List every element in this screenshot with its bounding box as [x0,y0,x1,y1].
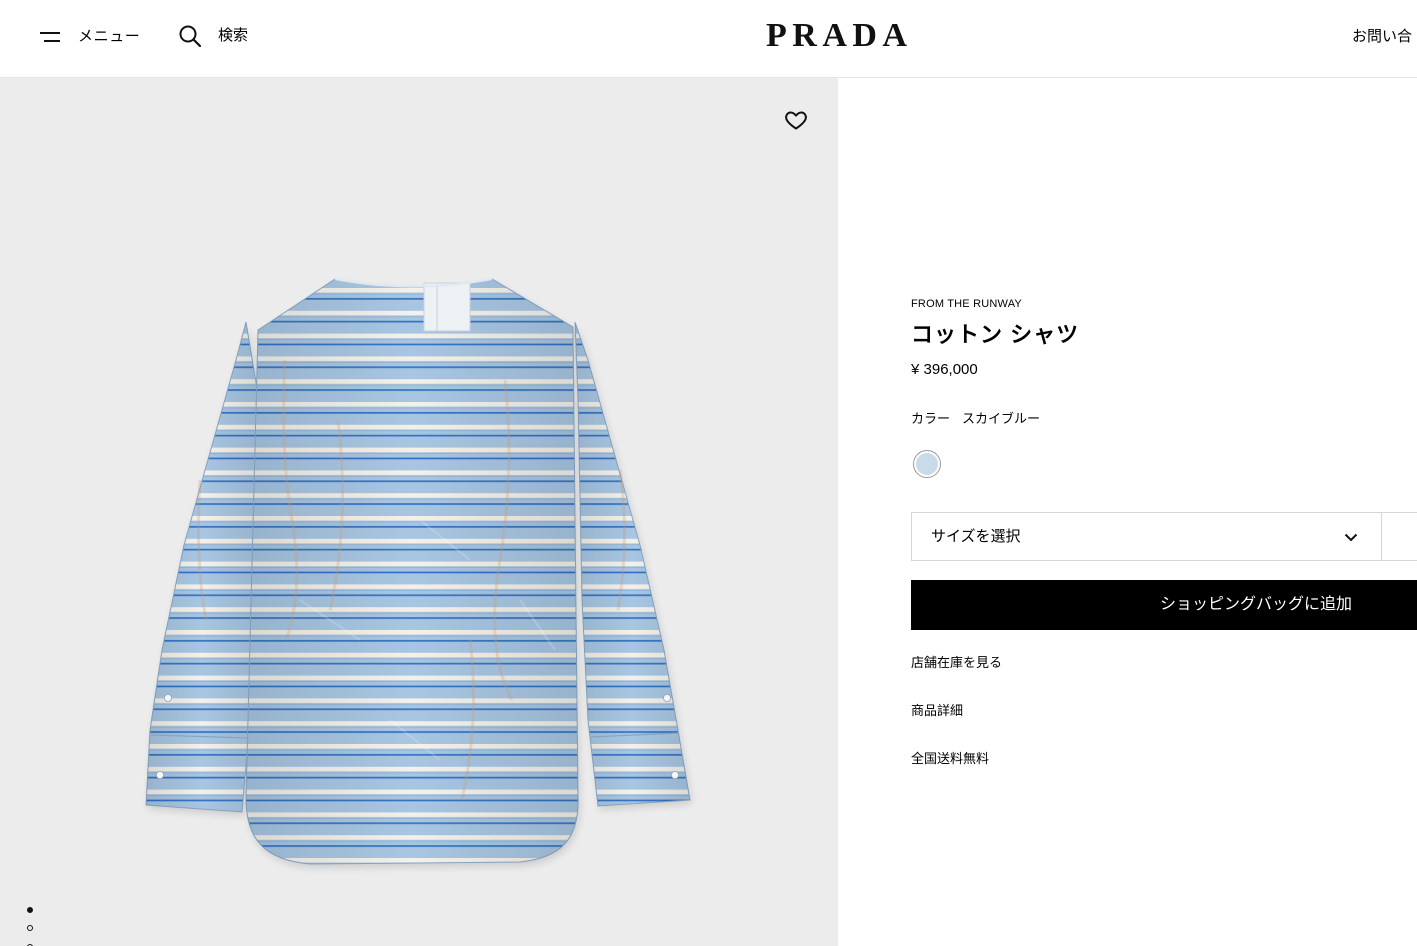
color-swatch-fill [916,453,938,475]
color-value: スカイブルー [962,411,1041,426]
add-to-bag-label: ショッピングバッグに追加 [1160,596,1353,613]
carousel-dot[interactable] [27,907,33,913]
free-shipping-link[interactable]: 全国送料無料 [911,751,989,767]
add-to-bag-button[interactable]: ショッピングバッグに追加 [911,580,1417,630]
contact-link[interactable]: お問い合 [1352,26,1412,48]
color-swatch-skyblue[interactable] [913,450,941,478]
size-select[interactable]: サイズを選択 [911,512,1382,561]
secondary-action-box[interactable] [1382,512,1417,561]
menu-button[interactable]: メニュー [40,26,140,48]
product-gallery [0,78,838,946]
product-price: ¥ 396,000 [911,361,978,378]
search-icon [179,25,201,47]
heart-icon [785,111,807,130]
carousel-dots [27,907,33,946]
product-image[interactable] [0,78,838,946]
size-select-label: サイズを選択 [931,528,1021,545]
site-header: メニュー 検索 PRADA お問い合 [0,0,1417,78]
search-button[interactable]: 検索 [179,25,248,47]
chevron-down-icon [1344,533,1358,542]
color-row: カラー スカイブルー [911,411,1040,427]
hamburger-icon [40,32,60,42]
color-label: カラー [911,411,951,426]
product-details-link[interactable]: 商品詳細 [911,703,963,719]
collar-placket [423,282,471,332]
carousel-dot[interactable] [27,925,33,932]
product-name: コットン シャツ [911,322,1080,347]
add-to-wishlist-button[interactable] [784,108,808,132]
store-availability-link[interactable]: 店舗在庫を見る [911,655,1002,671]
prada-logo[interactable]: PRADA [766,19,912,53]
cuff-button [163,694,172,703]
menu-label: メニュー [78,28,141,45]
collection-label: FROM THE RUNWAY [911,298,1022,310]
search-label: 検索 [218,27,249,44]
cuff-button [155,771,164,780]
cuff-button [663,694,672,703]
cuff-button [671,771,680,780]
